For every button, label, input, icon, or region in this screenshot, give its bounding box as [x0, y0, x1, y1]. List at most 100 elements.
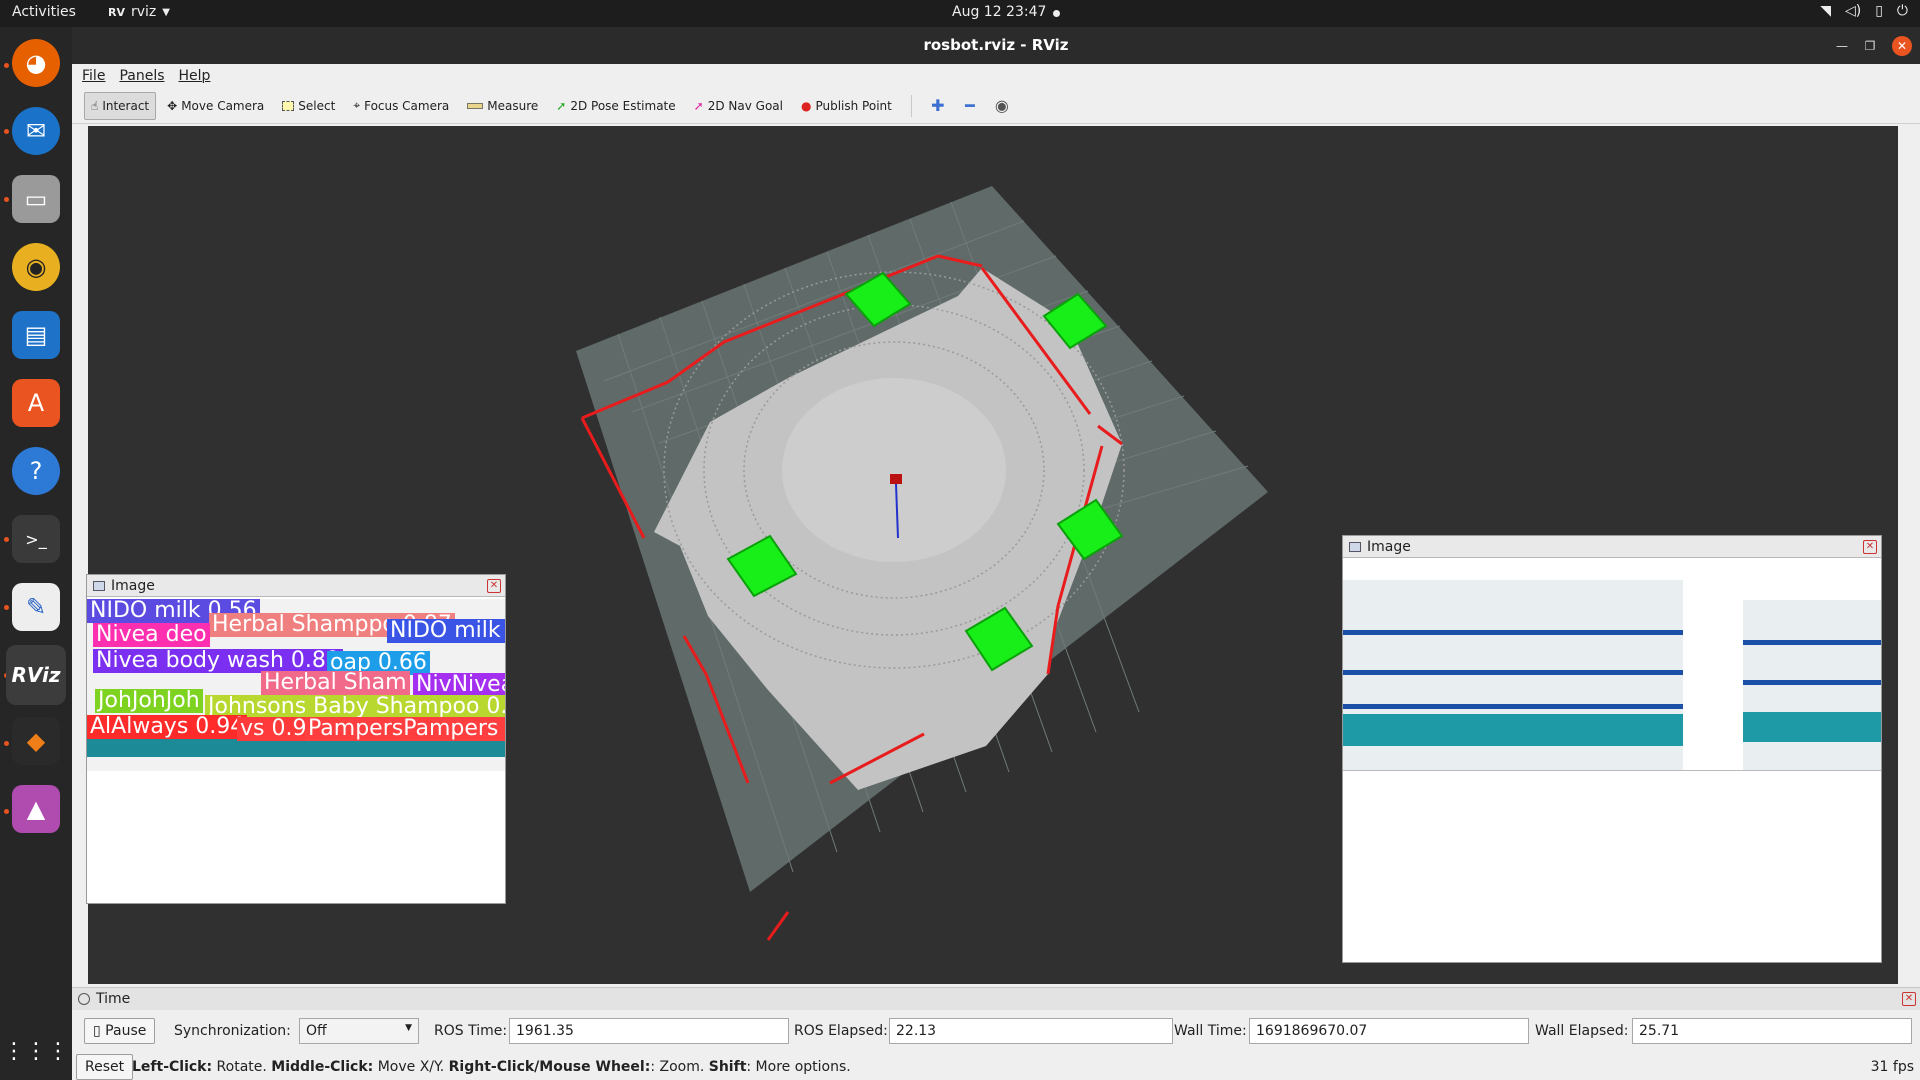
ros-time-field[interactable]: 1961.35: [509, 1018, 789, 1044]
tool-pose-estimate-label: 2D Pose Estimate: [570, 98, 676, 113]
hand-icon: ☝: [91, 98, 99, 113]
wall-time-field[interactable]: 1691869670.07: [1249, 1018, 1529, 1044]
image-panel-icon: [1349, 541, 1361, 552]
help-rotate: Rotate.: [212, 1059, 272, 1075]
software-icon[interactable]: A: [12, 379, 60, 427]
image-panel-left[interactable]: Image ✕ NIDO milk 0.56 Herbal Shamppo 0.…: [86, 574, 506, 904]
files-icon[interactable]: ▭: [12, 175, 60, 223]
firefox-icon[interactable]: ◕: [12, 39, 60, 87]
eye-icon[interactable]: ◉: [988, 96, 1016, 115]
add-tool-icon[interactable]: ✚: [924, 96, 952, 115]
time-panel: Time ✕ ▯ Pause Synchronization: Off ▼ RO…: [72, 987, 1920, 1080]
tool-move-camera[interactable]: ✥ Move Camera: [160, 92, 271, 120]
wall-elapsed-field[interactable]: 25.71: [1632, 1018, 1912, 1044]
store-floor: [1343, 770, 1881, 962]
image-panel-icon: [93, 580, 105, 591]
robot-marker: [890, 474, 902, 484]
apps-grid-icon[interactable]: ⋮⋮⋮: [3, 1027, 69, 1075]
image-panel-right[interactable]: Image ✕: [1342, 535, 1882, 963]
dock: ◕ ✉ ▭ ◉ ▤ A ? >_ ✎ RViz ◆ ▲ ⋮⋮⋮: [0, 27, 72, 1080]
detection-label: NIDO milk 0: [387, 619, 505, 643]
tools-toolbar: ☝ Interact ✥ Move Camera Select ⌖ Focus …: [72, 88, 1920, 124]
power-icon: ⏻: [1896, 3, 1908, 19]
menu-help[interactable]: Help: [179, 68, 211, 84]
close-icon[interactable]: ✕: [1863, 540, 1877, 554]
rviz-window: rosbot.rviz - RViz — ❐ ✕ File Panels Hel…: [72, 27, 1920, 1080]
wall-elapsed-label: Wall Elapsed:: [1535, 1023, 1629, 1039]
pause-button[interactable]: ▯ Pause: [84, 1018, 156, 1044]
close-icon[interactable]: ✕: [1902, 992, 1916, 1006]
help-middle-click: Middle-Click:: [271, 1059, 374, 1075]
tool-select[interactable]: Select: [275, 92, 342, 120]
tool-select-label: Select: [298, 98, 336, 113]
rviz-icon[interactable]: RViz: [6, 645, 66, 705]
detection-label: AlAlways 0.94: [87, 715, 248, 739]
sync-select[interactable]: Off ▼: [299, 1018, 419, 1044]
menu-panels[interactable]: Panels: [119, 68, 164, 84]
tool-focus-camera-label: Focus Camera: [364, 98, 450, 113]
pause-button-label: Pause: [105, 1023, 147, 1039]
shelf-rail: [1743, 640, 1881, 645]
detection-image: NIDO milk 0.56 Herbal Shamppo 0.87 NIDO …: [87, 599, 505, 771]
clock[interactable]: Aug 12 23:47: [952, 4, 1046, 20]
detection-label: PampersPampers wi: [305, 717, 505, 741]
running-indicator: [4, 197, 9, 202]
tool-pose-estimate[interactable]: ➚ 2D Pose Estimate: [549, 92, 682, 120]
image-viewer-icon[interactable]: ▲: [12, 785, 60, 833]
system-tray[interactable]: ◥ ◁) ▯ ⏻: [1820, 3, 1908, 19]
move-icon: ✥: [167, 98, 178, 113]
tool-interact[interactable]: ☝ Interact: [84, 91, 157, 120]
camera-image: [1343, 560, 1881, 962]
maximize-icon[interactable]: ❐: [1860, 36, 1880, 56]
sync-label: Synchronization:: [174, 1023, 291, 1039]
diaper-row: [1743, 712, 1881, 742]
detection-label: Nivea deo: [93, 623, 210, 647]
rhythmbox-icon[interactable]: ◉: [12, 243, 60, 291]
shelf-rail: [1343, 670, 1683, 675]
terminal-icon[interactable]: >_: [12, 515, 60, 563]
help-zoom: : Zoom.: [650, 1059, 709, 1075]
help-move: Move X/Y.: [373, 1059, 449, 1075]
running-indicator: [4, 741, 9, 746]
crosshair-icon: ⌖: [353, 98, 361, 112]
running-indicator: [4, 129, 9, 134]
mouse-help-text: Left-Click: Rotate. Middle-Click: Move X…: [132, 1059, 851, 1075]
window-titlebar[interactable]: rosbot.rviz - RViz — ❐ ✕: [72, 27, 1920, 64]
chevron-down-icon: ▼: [162, 6, 170, 18]
chevron-down-icon: ▼: [405, 1023, 412, 1033]
ruler-icon: [467, 102, 484, 109]
rviz-app-icon: RV: [108, 5, 125, 19]
fps-counter: 31 fps: [1870, 1059, 1914, 1075]
image-panel-right-header: Image: [1343, 536, 1881, 558]
tool-measure-label: Measure: [487, 98, 539, 113]
running-indicator: [4, 809, 9, 814]
close-icon[interactable]: ✕: [487, 579, 501, 593]
tool-measure[interactable]: Measure: [460, 92, 545, 120]
layers-icon[interactable]: ◆: [12, 717, 60, 765]
window-title: rosbot.rviz - RViz: [923, 36, 1069, 54]
menu-file[interactable]: File: [82, 68, 105, 84]
top-panel: Activities RV rviz ▼ Aug 12 23:47 ◥ ◁) ▯…: [0, 0, 1920, 27]
reset-button[interactable]: Reset: [76, 1054, 134, 1080]
thunderbird-icon[interactable]: ✉: [12, 107, 60, 155]
clock-icon: [78, 993, 90, 1005]
remove-tool-icon[interactable]: ━: [956, 96, 984, 115]
map-pin-icon: ●: [800, 98, 812, 113]
minimize-icon[interactable]: —: [1832, 36, 1852, 56]
tool-focus-camera[interactable]: ⌖ Focus Camera: [346, 92, 456, 120]
shelf-rail: [1343, 704, 1683, 709]
close-icon[interactable]: ✕: [1892, 36, 1912, 56]
help-icon[interactable]: ?: [12, 447, 60, 495]
writer-icon[interactable]: ▤: [12, 311, 60, 359]
ros-elapsed-value: 22.13: [896, 1023, 937, 1039]
ros-elapsed-field[interactable]: 22.13: [889, 1018, 1173, 1044]
activities-button[interactable]: Activities: [12, 4, 76, 20]
image-panel-left-title: Image: [111, 577, 155, 594]
tool-nav-goal[interactable]: ➚ 2D Nav Goal: [687, 92, 790, 120]
app-menu[interactable]: RV rviz ▼: [108, 4, 170, 20]
volume-icon: ◁): [1844, 3, 1862, 19]
tool-publish-point[interactable]: ● Publish Point: [794, 92, 899, 120]
store-shelf-right: [1743, 600, 1881, 770]
app-menu-label: rviz: [130, 4, 157, 20]
text-editor-icon[interactable]: ✎: [12, 583, 60, 631]
